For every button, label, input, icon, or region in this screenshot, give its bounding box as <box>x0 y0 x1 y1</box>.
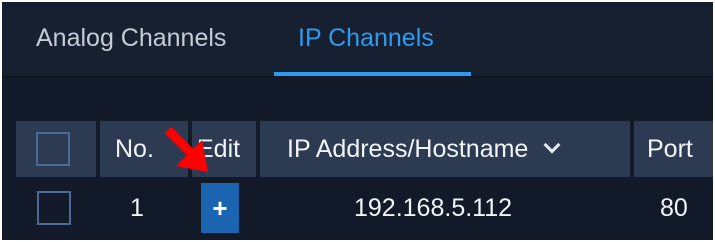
row-checkbox[interactable] <box>37 191 71 225</box>
row-no: 1 <box>130 194 144 222</box>
header-port-label: Port <box>647 134 693 163</box>
red-arrow-icon <box>164 126 208 172</box>
plus-icon: + <box>212 192 228 223</box>
ip-channels-panel: Analog Channels IP Channels No. Edit IP … <box>2 2 713 240</box>
select-all-checkbox[interactable] <box>36 132 70 166</box>
edit-add-button[interactable]: + <box>201 183 239 233</box>
row-port: 80 <box>660 194 688 222</box>
header-ip-address[interactable]: IP Address/Hostname <box>260 121 630 177</box>
tab-analog-channels[interactable]: Analog Channels <box>36 24 226 53</box>
header-no-label: No. <box>115 134 154 163</box>
active-tab-indicator <box>274 72 471 76</box>
chevron-down-icon[interactable] <box>543 136 561 154</box>
tab-bar: Analog Channels IP Channels <box>2 2 713 77</box>
tab-ip-channels[interactable]: IP Channels <box>298 24 434 53</box>
header-select-all-cell <box>16 121 96 177</box>
row-ip-address: 192.168.5.112 <box>354 194 513 222</box>
header-ip-address-label: IP Address/Hostname <box>287 134 529 163</box>
header-port: Port <box>634 121 713 177</box>
